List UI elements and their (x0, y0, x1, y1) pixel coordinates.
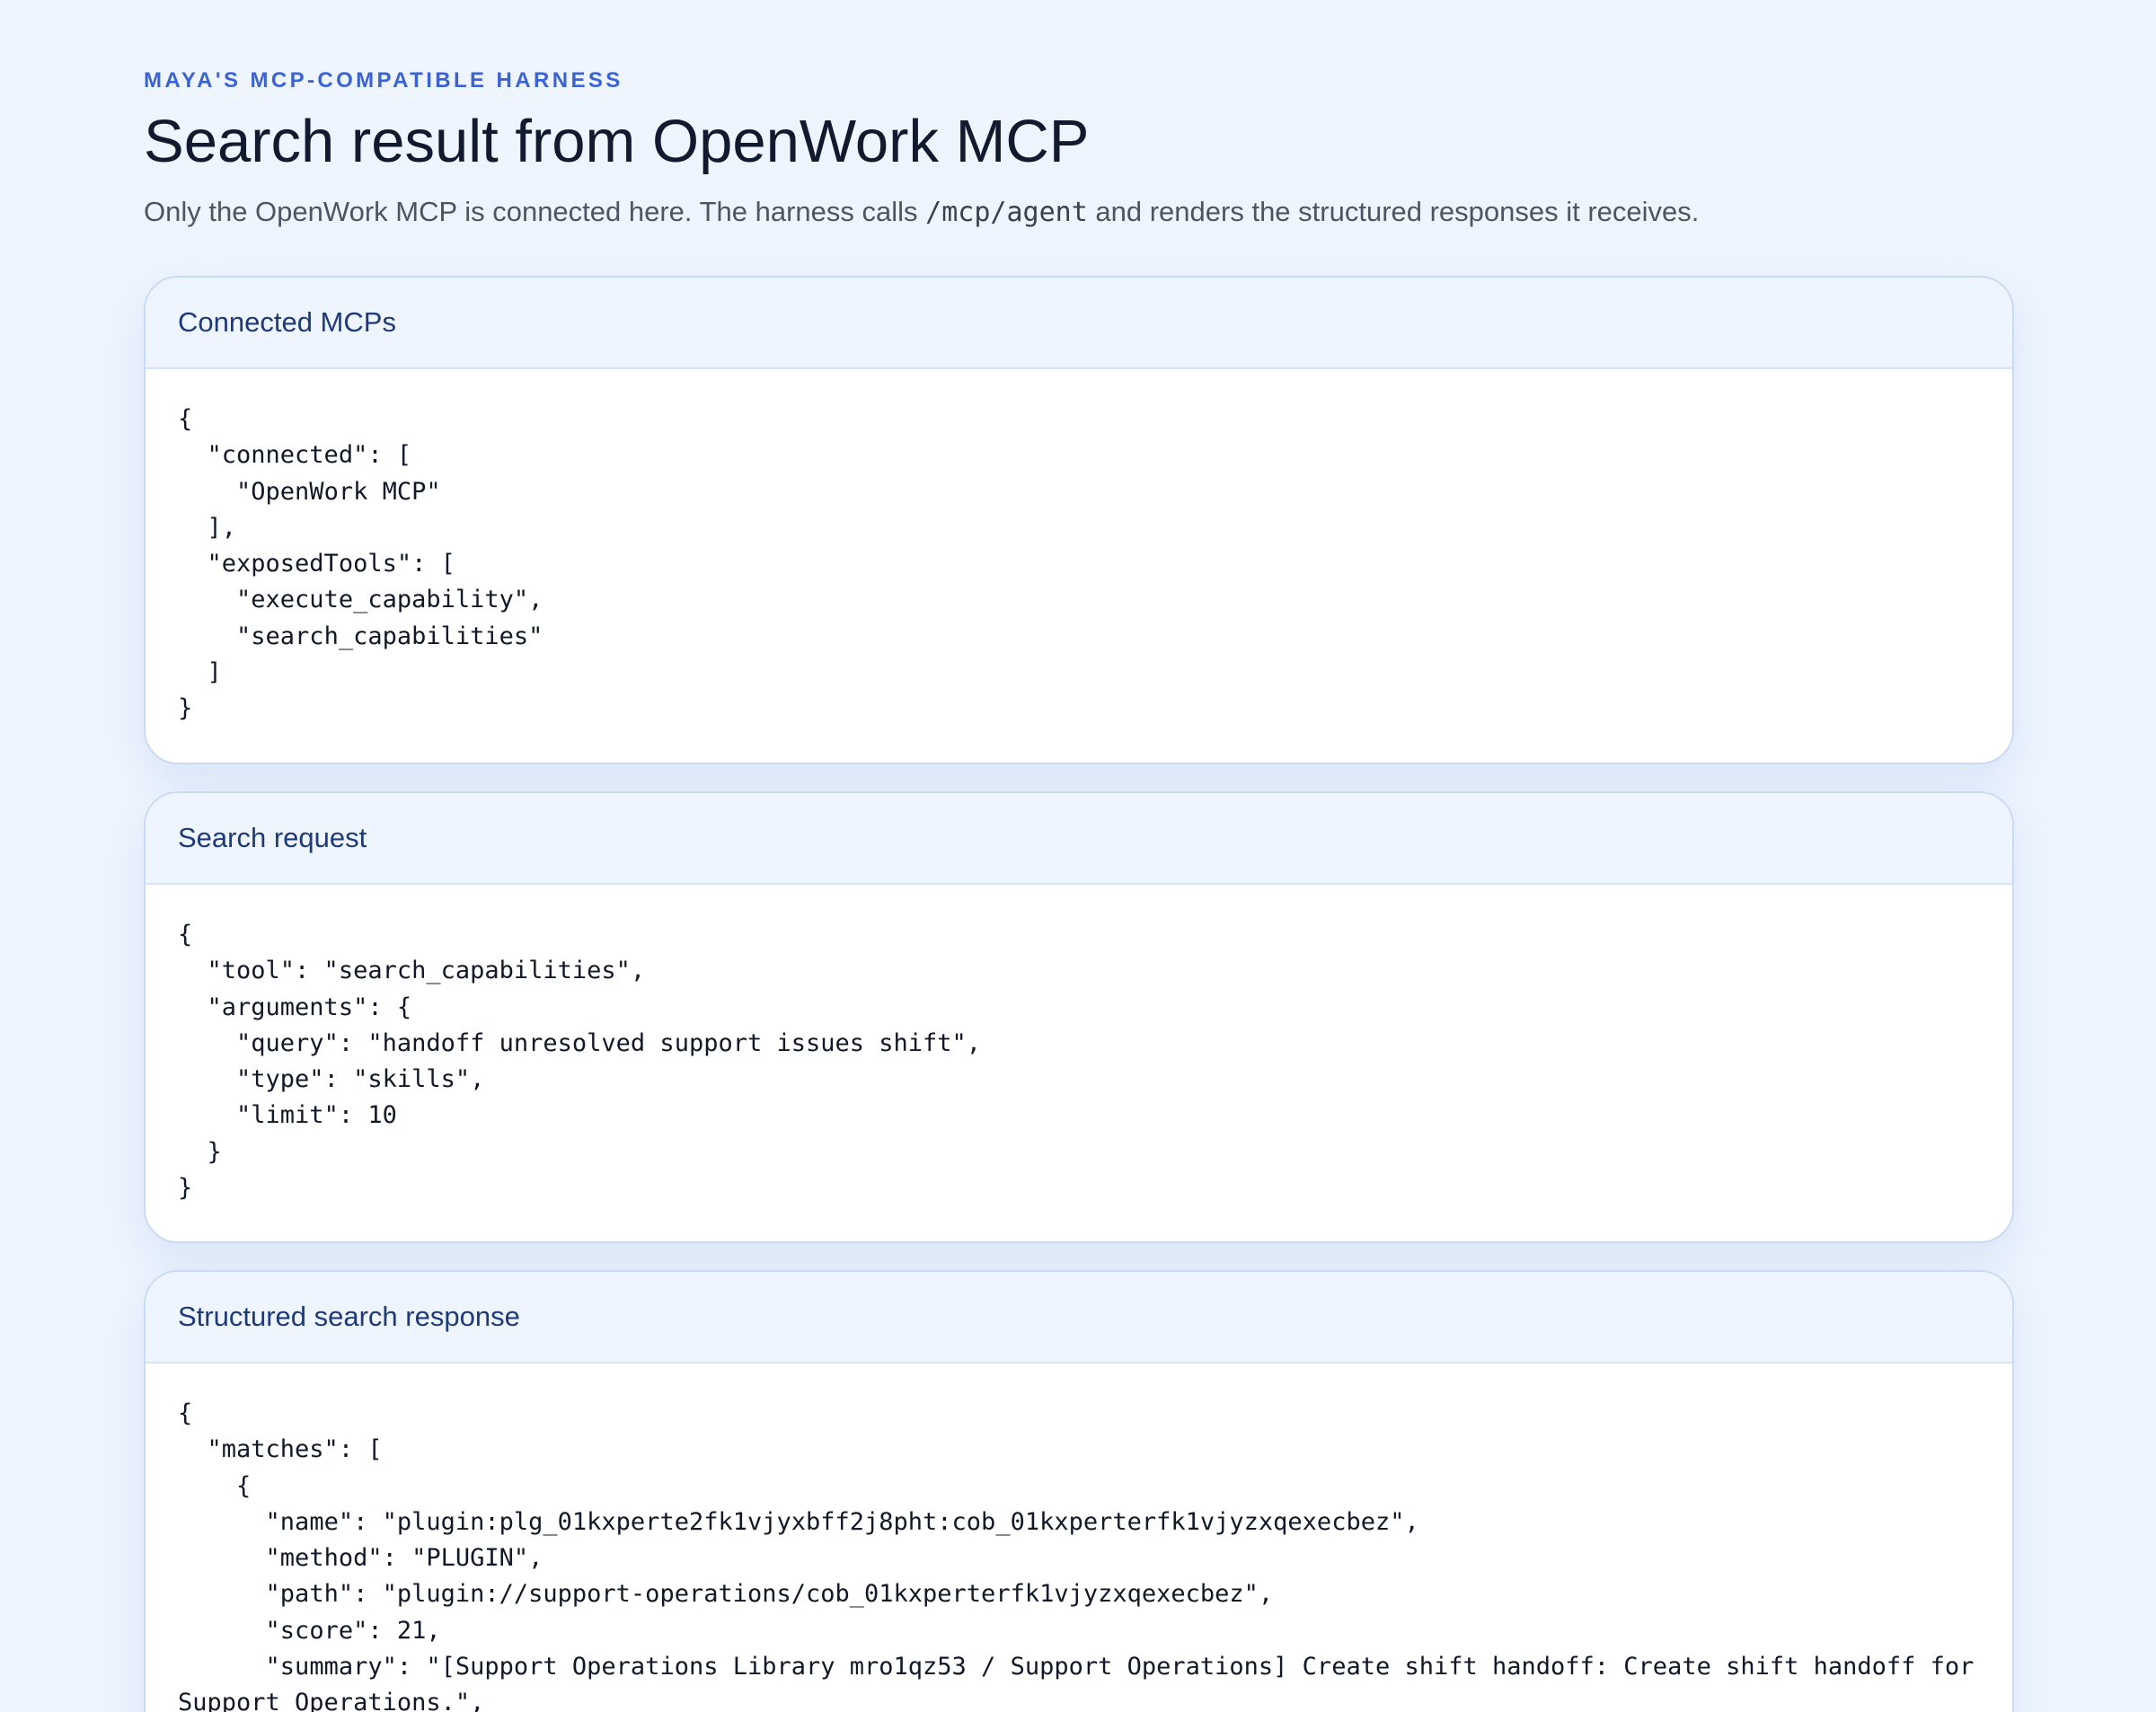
page-subtitle: Only the OpenWork MCP is connected here.… (144, 194, 1699, 231)
search-response-json: { "matches": [ { "name": "plugin:plg_01k… (178, 1399, 1975, 1712)
subtitle-text-after: and renders the structured responses it … (1087, 196, 1700, 227)
search-response-panel: Structured search response { "matches": … (144, 1270, 2014, 1712)
search-request-panel: Search request { "tool": "search_capabil… (144, 791, 2014, 1243)
panel-title: Structured search response (146, 1272, 2012, 1363)
panel-title: Connected MCPs (146, 278, 2012, 369)
eyebrow-label: MAYA'S MCP-COMPATIBLE HARNESS (144, 68, 623, 93)
panel-title: Search request (146, 793, 2012, 885)
subtitle-text-before: Only the OpenWork MCP is connected here.… (144, 196, 926, 227)
connected-mcps-panel: Connected MCPs { "connected": [ "OpenWor… (144, 276, 2014, 764)
connected-mcps-json: { "connected": [ "OpenWork MCP" ], "expo… (178, 405, 543, 723)
search-request-json: { "tool": "search_capabilities", "argume… (178, 921, 982, 1203)
endpoint-code: /mcp/agent (925, 197, 1088, 228)
page-title: Search result from OpenWork MCP (144, 108, 1090, 175)
